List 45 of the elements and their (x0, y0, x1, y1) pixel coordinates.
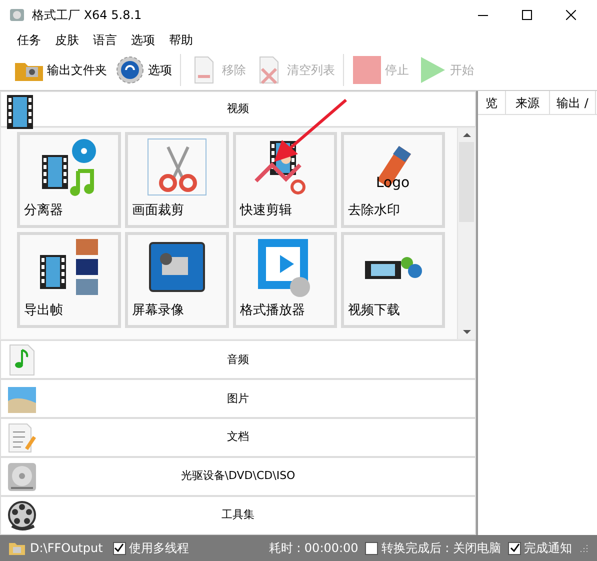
close-icon (566, 10, 576, 20)
folder-icon (8, 540, 26, 556)
output-folder-path: D:\FFOutput (30, 540, 103, 557)
maximize-icon (522, 10, 532, 20)
category-header[interactable]: 图片 (0, 379, 476, 418)
tool-tile[interactable]: 快速剪辑 (233, 132, 337, 228)
toolbar-button[interactable]: 输出文件夹 (10, 51, 111, 89)
category-header[interactable]: 光驱设备\DVD\CD\ISO (0, 457, 476, 496)
window-title: 格式工厂 X64 5.8.1 (32, 7, 143, 24)
stop-icon (352, 55, 382, 85)
tool-tile[interactable]: 导出帧 (17, 232, 121, 328)
film-reel-icon (7, 500, 37, 532)
download-film-icon (364, 256, 422, 279)
tool-tile[interactable]: 画面裁剪 (125, 132, 229, 228)
category-header[interactable]: 工具集 (0, 496, 476, 536)
menu-item[interactable]: 选项 (124, 30, 162, 50)
menu-item[interactable]: 帮助 (162, 30, 200, 50)
category-header[interactable]: 音频 (0, 340, 476, 380)
elapsed-time: 耗时 : 00:00:00 (268, 540, 358, 557)
checkmark-icon (114, 543, 124, 553)
menu-item[interactable]: 皮肤 (48, 30, 86, 50)
checkbox[interactable]: 完成通知 (508, 539, 572, 557)
menu-item[interactable]: 语言 (86, 30, 124, 50)
tool-tile[interactable]: 格式播放器 (233, 232, 337, 328)
category-header[interactable]: 视频 (0, 91, 476, 127)
checkbox[interactable]: 使用多线程 (112, 539, 189, 557)
tool-tile[interactable]: 视频下载 (341, 232, 445, 328)
toolbar-button[interactable]: 选项 (111, 51, 176, 89)
column-header[interactable]: 览 (478, 91, 506, 114)
document-pencil-icon (7, 422, 37, 454)
gear-icon (115, 55, 145, 85)
scroll-down-icon (462, 330, 470, 334)
app-icon (8, 6, 26, 24)
tool-tile[interactable]: 分离器 (17, 132, 121, 228)
menu-item[interactable]: 任务 (10, 30, 48, 50)
music-file-icon (7, 344, 37, 376)
checkbox[interactable]: 转换完成后 : 关闭电脑 (365, 539, 501, 557)
resize-grip-icon (579, 543, 589, 553)
tool-tile[interactable]: 屏幕录像 (125, 232, 229, 328)
checkmark-icon (510, 543, 520, 553)
column-header[interactable]: 来源 (506, 91, 550, 114)
column-header[interactable]: 输出 / (550, 91, 596, 114)
scroll-up-icon (462, 132, 470, 137)
disc-drive-icon (7, 461, 37, 494)
category-header[interactable]: 文档 (0, 418, 476, 458)
